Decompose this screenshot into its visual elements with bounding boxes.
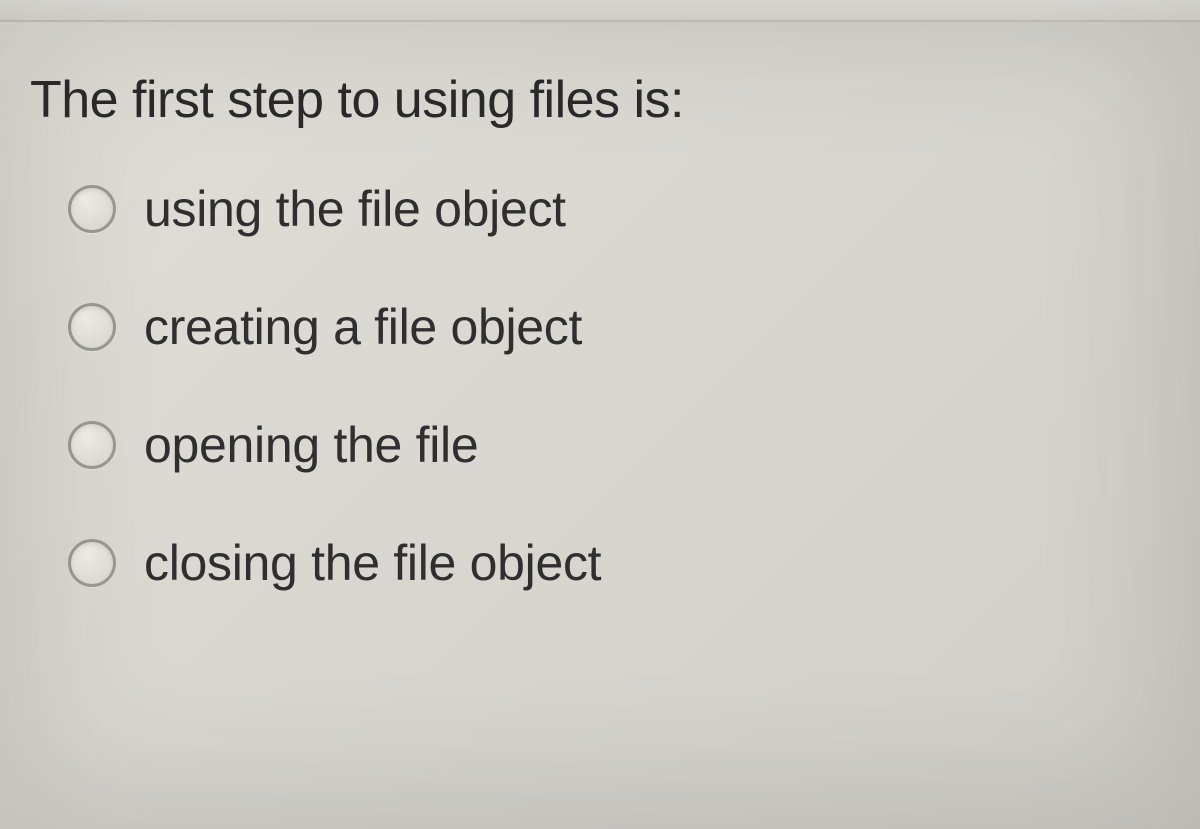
radio-icon[interactable] bbox=[68, 303, 116, 351]
option-row-1[interactable]: creating a file object bbox=[68, 298, 1170, 356]
option-row-0[interactable]: using the file object bbox=[68, 180, 1170, 238]
question-prompt: The first step to using files is: bbox=[30, 70, 1170, 130]
option-label: creating a file object bbox=[144, 298, 582, 356]
option-row-2[interactable]: opening the file bbox=[68, 416, 1170, 474]
panel-top-divider bbox=[0, 0, 1200, 22]
option-label: using the file object bbox=[144, 180, 566, 238]
option-label: opening the file bbox=[144, 416, 478, 474]
options-group: using the file object creating a file ob… bbox=[30, 180, 1170, 592]
radio-icon[interactable] bbox=[68, 539, 116, 587]
option-row-3[interactable]: closing the file object bbox=[68, 534, 1170, 592]
radio-icon[interactable] bbox=[68, 421, 116, 469]
option-label: closing the file object bbox=[144, 534, 601, 592]
radio-icon[interactable] bbox=[68, 185, 116, 233]
question-block: The first step to using files is: using … bbox=[0, 0, 1200, 632]
